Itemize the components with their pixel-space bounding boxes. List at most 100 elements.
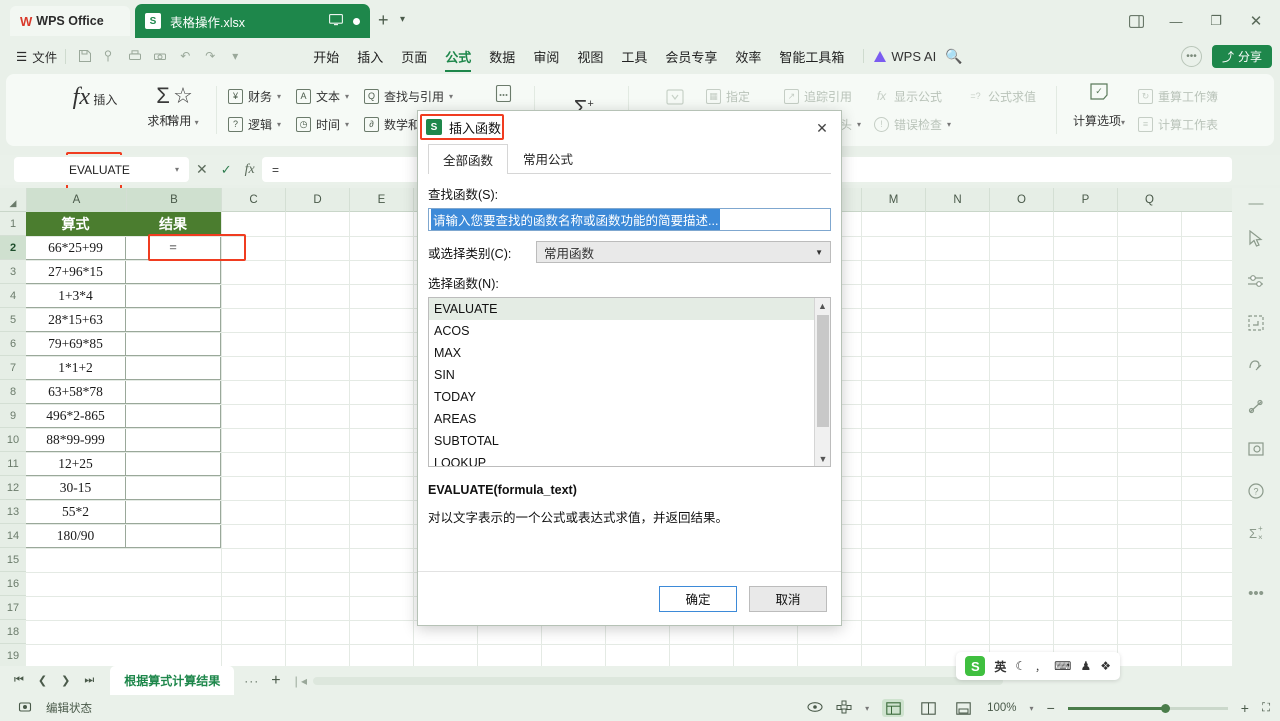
define-name-button[interactable]: ▦ 指定: [706, 82, 750, 110]
column-header-A[interactable]: A: [26, 188, 126, 212]
file-menu-button[interactable]: ☰ 文件: [16, 47, 57, 66]
name-box[interactable]: EVALUATE ▾: [14, 157, 189, 182]
maximize-restore-button[interactable]: ❐: [1196, 0, 1236, 42]
row-header-15[interactable]: 15: [0, 548, 26, 572]
eye-icon[interactable]: [807, 701, 823, 716]
error-check-button[interactable]: ! 错误检查 ▾: [874, 110, 951, 138]
row-header-7[interactable]: 7: [0, 356, 26, 380]
row-header-2[interactable]: 2: [0, 236, 26, 260]
split-view-icon[interactable]: [1116, 0, 1156, 42]
text-functions-button[interactable]: A 文本 ▾: [296, 82, 349, 110]
ime-language-button[interactable]: 英: [994, 658, 1006, 675]
column-header-P[interactable]: P: [1053, 188, 1117, 212]
record-macro-icon[interactable]: [18, 700, 32, 717]
new-tab-button[interactable]: +: [378, 11, 389, 29]
ime-punctuation-icon[interactable]: ，: [1035, 659, 1045, 674]
tab-会员专享[interactable]: 会员专享: [656, 44, 726, 69]
column-header-C[interactable]: C: [221, 188, 285, 212]
fullscreen-button[interactable]: ⛶: [1262, 702, 1270, 715]
tab-插入[interactable]: 插入: [348, 44, 392, 69]
tab-公式[interactable]: 公式: [436, 44, 480, 72]
recalc-workbook-button[interactable]: ↻ 重算工作簿: [1138, 82, 1218, 110]
tab-all-functions[interactable]: 全部函数: [428, 144, 509, 174]
scroll-up-icon[interactable]: ▲: [815, 298, 830, 313]
row-header-1[interactable]: 1: [0, 212, 26, 236]
row-header-4[interactable]: 4: [0, 284, 26, 308]
listbox-scrollbar[interactable]: ▲ ▼: [814, 298, 830, 466]
row-header-19[interactable]: 19: [0, 644, 26, 666]
help-icon[interactable]: ?: [1232, 470, 1280, 512]
save-cloud-icon[interactable]: [99, 45, 121, 67]
fx-icon[interactable]: fx: [245, 162, 255, 178]
tab-数据[interactable]: 数据: [480, 44, 524, 69]
tab-工具[interactable]: 工具: [612, 44, 656, 69]
column-header-E[interactable]: E: [349, 188, 413, 212]
ok-button[interactable]: 确定: [659, 585, 737, 612]
insert-function-button[interactable]: fx 插入: [66, 80, 124, 140]
ime-apps-icon[interactable]: ❖: [1100, 659, 1111, 673]
list-item[interactable]: SUBTOTAL: [429, 430, 830, 452]
share-button[interactable]: ⤴ 分享: [1211, 44, 1272, 68]
zoom-slider[interactable]: [1067, 703, 1228, 713]
column-header-B[interactable]: B: [126, 188, 221, 212]
book-search-icon[interactable]: [1232, 428, 1280, 470]
column-header-O[interactable]: O: [989, 188, 1053, 212]
print-preview-icon[interactable]: [149, 45, 171, 67]
redo-icon[interactable]: ↷: [199, 45, 221, 67]
wps-ai-button[interactable]: WPS AI: [874, 49, 936, 64]
tab-视图[interactable]: 视图: [568, 44, 612, 69]
tab-效率[interactable]: 效率: [726, 44, 770, 69]
row-header-12[interactable]: 12: [0, 476, 26, 500]
tab-common-formulas[interactable]: 常用公式: [508, 143, 588, 173]
cancel-button[interactable]: 取消: [749, 585, 827, 612]
scrollbar-thumb[interactable]: [817, 315, 829, 427]
select-all-corner[interactable]: ◢: [0, 188, 26, 212]
tools-icon[interactable]: [1232, 386, 1280, 428]
tab-智能工具箱[interactable]: 智能工具箱: [770, 44, 853, 69]
list-item[interactable]: AREAS: [429, 408, 830, 430]
last-sheet-button[interactable]: ⏭: [84, 674, 94, 687]
row-header-9[interactable]: 9: [0, 404, 26, 428]
scroll-down-icon[interactable]: ▼: [815, 451, 830, 466]
zoom-out-button[interactable]: −: [1047, 700, 1055, 716]
sheet-more-button[interactable]: ···: [244, 674, 259, 688]
finance-functions-button[interactable]: ¥ 财务 ▾: [228, 82, 281, 110]
column-header-M[interactable]: M: [861, 188, 925, 212]
zoom-slider-knob[interactable]: [1160, 703, 1170, 713]
next-sheet-button[interactable]: ❯: [61, 674, 70, 687]
column-header-D[interactable]: D: [285, 188, 349, 212]
more-dots-icon[interactable]: •••: [1232, 572, 1280, 614]
close-icon[interactable]: ✕: [811, 117, 833, 139]
tab-页面[interactable]: 页面: [392, 44, 436, 69]
document-tab[interactable]: S 表格操作.xlsx: [135, 4, 370, 38]
row-header-6[interactable]: 6: [0, 332, 26, 356]
list-item[interactable]: MAX: [429, 342, 830, 364]
close-button[interactable]: ✕: [1236, 0, 1276, 42]
list-item[interactable]: LOOKUP: [429, 452, 830, 466]
ime-keyboard-icon[interactable]: ⌨: [1054, 659, 1071, 673]
chevron-down-icon[interactable]: ▾: [175, 165, 179, 174]
row-header-13[interactable]: 13: [0, 500, 26, 524]
column-header-Q[interactable]: Q: [1117, 188, 1181, 212]
column-header-N[interactable]: N: [925, 188, 989, 212]
lookup-functions-button[interactable]: Q 查找与引用 ▾: [364, 82, 453, 110]
page-layout-icon[interactable]: [836, 700, 852, 717]
wps-office-button[interactable]: W WPS Office: [10, 6, 130, 36]
sheet-tab-active[interactable]: 根据算式计算结果: [110, 666, 235, 695]
settings-sliders-icon[interactable]: [1232, 260, 1280, 302]
view-normal-icon[interactable]: [882, 699, 905, 717]
first-sheet-button[interactable]: ⏮: [14, 674, 24, 687]
undo-icon[interactable]: ↶: [174, 45, 196, 67]
prev-sheet-button[interactable]: ❮: [38, 674, 47, 687]
tab-审阅[interactable]: 审阅: [524, 44, 568, 69]
row-header-10[interactable]: 10: [0, 428, 26, 452]
minimize-button[interactable]: —: [1156, 0, 1196, 42]
sogou-logo-icon[interactable]: S: [965, 656, 986, 676]
add-sheet-button[interactable]: +: [271, 672, 280, 690]
row-header-3[interactable]: 3: [0, 260, 26, 284]
search-icon[interactable]: 🔍: [936, 45, 971, 68]
tab-list-chevron-icon[interactable]: ▾: [400, 14, 405, 25]
view-page-icon[interactable]: [917, 699, 939, 717]
row-header-17[interactable]: 17: [0, 596, 26, 620]
function-listbox[interactable]: EVALUATE ACOS MAX SIN TODAY AREAS SUBTOT…: [428, 297, 831, 467]
